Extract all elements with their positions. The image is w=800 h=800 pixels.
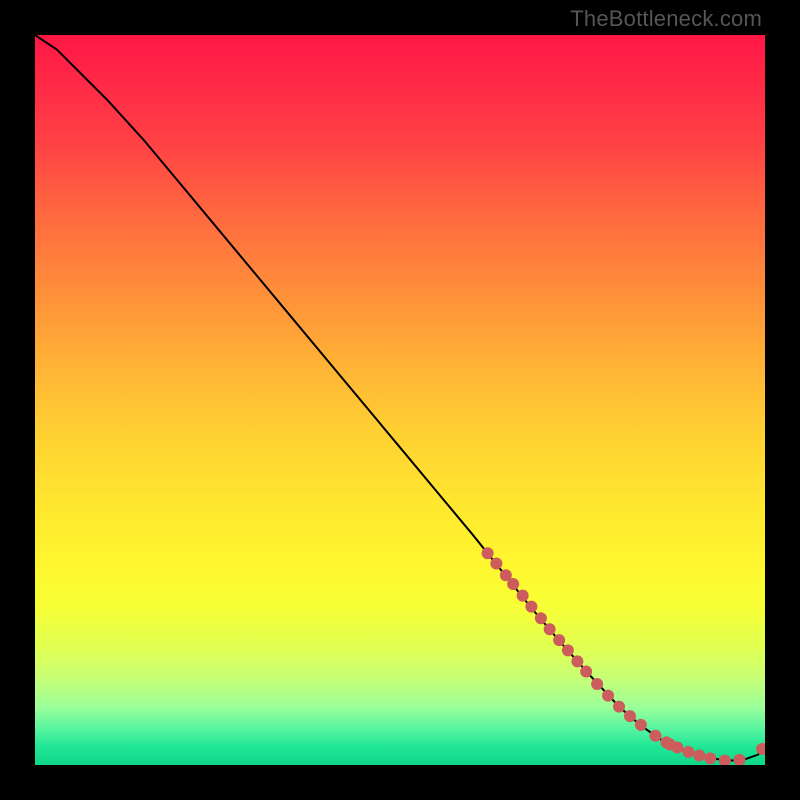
chart-marker [544, 623, 556, 635]
chart-marker [482, 547, 494, 559]
chart-marker [671, 741, 683, 753]
chart-marker [525, 601, 537, 613]
chart-marker [490, 558, 502, 570]
chart-marker [517, 590, 529, 602]
chart-marker [602, 690, 614, 702]
chart-marker [591, 678, 603, 690]
chart-marker [756, 743, 765, 755]
chart-data-layer [35, 35, 765, 765]
chart-marker [613, 701, 625, 713]
chart-marker [650, 730, 662, 742]
chart-marker [635, 719, 647, 731]
chart-marker [535, 612, 547, 624]
chart-area [35, 35, 765, 765]
watermark-text: TheBottleneck.com [570, 6, 762, 32]
chart-marker [733, 754, 745, 765]
chart-marker [553, 634, 565, 646]
chart-marker [704, 752, 716, 764]
chart-marker [624, 710, 636, 722]
chart-marker [693, 750, 705, 762]
chart-marker [507, 578, 519, 590]
chart-markers [482, 547, 765, 765]
chart-marker [580, 666, 592, 678]
chart-line [35, 35, 765, 761]
chart-marker [682, 746, 694, 758]
chart-marker [571, 655, 583, 667]
chart-marker [719, 755, 731, 765]
chart-marker [562, 644, 574, 656]
